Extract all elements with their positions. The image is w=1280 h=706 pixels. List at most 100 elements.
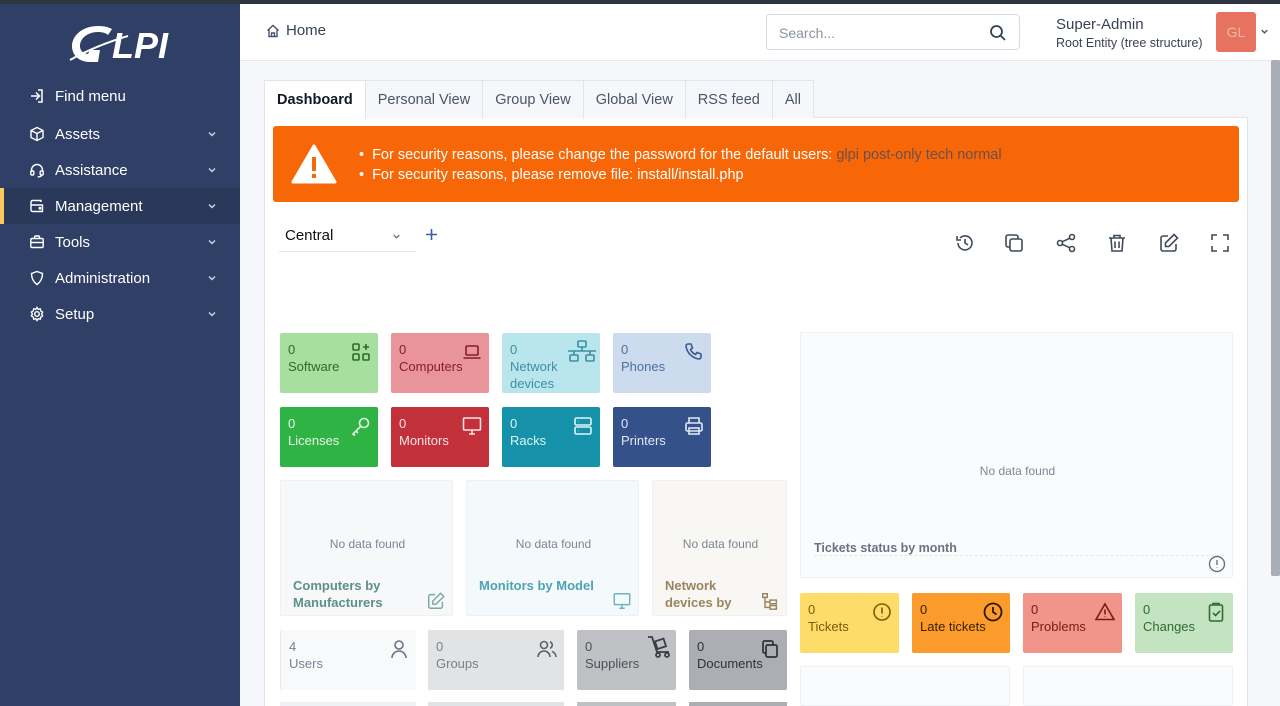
card-network-devices[interactable]: 0 Network devices: [502, 333, 600, 393]
widget-title-line: devices by: [665, 595, 732, 610]
card-label: Problems: [1031, 619, 1086, 634]
alert-item: For security reasons, please change the …: [359, 145, 1002, 165]
card-label: Printers: [621, 433, 666, 448]
alert-item: For security reasons, please remove file…: [359, 165, 1002, 185]
shield-icon: [28, 269, 46, 287]
edit-icon: [428, 592, 445, 609]
clone-icon[interactable]: [1003, 232, 1025, 254]
gear-icon: [28, 305, 46, 323]
breadcrumb-home[interactable]: Home: [286, 22, 326, 39]
card-label: Monitors: [399, 433, 449, 448]
tab-global-view[interactable]: Global View: [584, 81, 686, 119]
alert-text: For security reasons, please remove file…: [372, 167, 744, 183]
divider: [814, 555, 1224, 556]
alert-text: For security reasons, please change the …: [372, 147, 833, 163]
monitor-icon: [613, 593, 631, 609]
glpi-logo[interactable]: LPI: [68, 20, 178, 66]
card-printers[interactable]: 0 Printers: [613, 407, 711, 467]
warning-triangle-icon: [1094, 602, 1116, 621]
share-icon[interactable]: [1055, 232, 1077, 254]
monitor-icon: [462, 417, 482, 435]
card-documents[interactable]: 0 Documents: [689, 630, 787, 690]
tab-personal-view[interactable]: Personal View: [366, 81, 484, 119]
sidebar-item-assistance[interactable]: Assistance: [0, 152, 240, 188]
clipboard-check-icon: [1208, 602, 1224, 622]
tab-bar: Dashboard Personal View Group View Globa…: [264, 80, 814, 119]
sidebar-item-management[interactable]: Management: [0, 188, 240, 224]
card-tickets[interactable]: 0 Tickets: [800, 593, 899, 653]
breadcrumb[interactable]: Home: [265, 22, 326, 39]
dashboard-select[interactable]: Central: [279, 220, 416, 252]
tab-group-view[interactable]: Group View: [483, 81, 584, 119]
fullscreen-icon[interactable]: [1209, 232, 1231, 254]
cube-icon: [28, 125, 46, 143]
card-licenses[interactable]: 0 Licenses: [280, 407, 378, 467]
search-box[interactable]: [766, 14, 1020, 50]
history-icon[interactable]: [954, 232, 976, 254]
apps-plus-icon: [352, 343, 370, 361]
card-suppliers[interactable]: 0 Suppliers: [577, 630, 676, 690]
chevron-down-icon: [208, 167, 216, 173]
page-scrollbar[interactable]: [1271, 60, 1280, 576]
sidebar-item-setup[interactable]: Setup: [0, 296, 240, 332]
card-label: Computers: [399, 359, 463, 374]
user-name[interactable]: Super-Admin: [1056, 16, 1203, 33]
sidebar-item-assets[interactable]: Assets: [0, 116, 240, 152]
sidebar-item-administration[interactable]: Administration: [0, 260, 240, 296]
card-problems[interactable]: 0 Problems: [1023, 593, 1122, 653]
widget-title: Network devices by: [665, 577, 732, 611]
headset-icon: [28, 161, 46, 179]
card-changes[interactable]: 0 Changes: [1135, 593, 1233, 653]
network-icon: [568, 340, 596, 362]
card-software[interactable]: 0 Software: [280, 333, 378, 393]
card-label: Racks: [510, 433, 547, 448]
trash-icon[interactable]: [1106, 232, 1128, 254]
widget-placeholder: [428, 702, 564, 706]
card-label: Documents: [697, 656, 763, 671]
widget-tickets-status-by-month[interactable]: No data found Tickets status by month: [800, 332, 1233, 578]
search-input[interactable]: [779, 23, 979, 43]
edit-icon[interactable]: [1158, 232, 1180, 254]
widget-placeholder: [1023, 666, 1233, 706]
widget-placeholder: [577, 702, 676, 706]
clock-icon: [983, 602, 1003, 622]
search-icon[interactable]: [989, 24, 1007, 42]
avatar[interactable]: GL: [1216, 12, 1256, 52]
users-icon: [537, 640, 557, 658]
sidebar-item-label: Assistance: [55, 161, 128, 179]
widget-computers-by-manufacturers[interactable]: No data found Computers by Manufacturers: [280, 480, 453, 616]
find-menu-button[interactable]: Find menu: [0, 78, 240, 114]
empty-state-text: No data found: [979, 464, 1056, 478]
sidebar-item-tools[interactable]: Tools: [0, 224, 240, 260]
card-groups[interactable]: 0 Groups: [428, 630, 564, 690]
chevron-down-icon: [208, 275, 216, 281]
sidebar-item-label: Tools: [55, 233, 91, 251]
widget-placeholder: [800, 666, 1010, 706]
card-label: Users: [289, 656, 323, 671]
tab-dashboard[interactable]: Dashboard: [265, 81, 366, 119]
printer-icon: [685, 417, 703, 435]
tab-all[interactable]: All: [773, 81, 813, 119]
card-computers[interactable]: 0 Computers: [391, 333, 489, 393]
empty-state-text: No data found: [329, 537, 406, 551]
card-late-tickets[interactable]: 0 Late tickets: [912, 593, 1010, 653]
top-header: Home Super-Admin Root Entity (tree struc…: [240, 4, 1280, 61]
sidebar-item-label: Administration: [55, 269, 151, 287]
card-label: devices: [510, 376, 555, 391]
card-phones[interactable]: 0 Phones: [613, 333, 711, 393]
add-dashboard-icon[interactable]: [425, 228, 438, 241]
chevron-down-icon[interactable]: [1259, 26, 1270, 37]
card-users[interactable]: 4 Users: [280, 630, 416, 690]
empty-state-text: No data found: [515, 537, 592, 551]
tab-rss-feed[interactable]: RSS feed: [686, 81, 773, 119]
card-label: Groups: [436, 656, 479, 671]
widget-monitors-by-model[interactable]: No data found Monitors by Model: [466, 480, 639, 616]
user-menu[interactable]: Super-Admin Root Entity (tree structure): [1056, 16, 1203, 50]
card-monitors[interactable]: 0 Monitors: [391, 407, 489, 467]
widget-title-line: Network: [665, 578, 717, 593]
widget-placeholder: [689, 702, 787, 706]
card-racks[interactable]: 0 Racks: [502, 407, 600, 467]
widget-network-devices-by[interactable]: No data found Network devices by: [652, 480, 787, 616]
user-entity[interactable]: Root Entity (tree structure): [1056, 36, 1203, 50]
sidebar-item-label: Assets: [55, 125, 101, 143]
